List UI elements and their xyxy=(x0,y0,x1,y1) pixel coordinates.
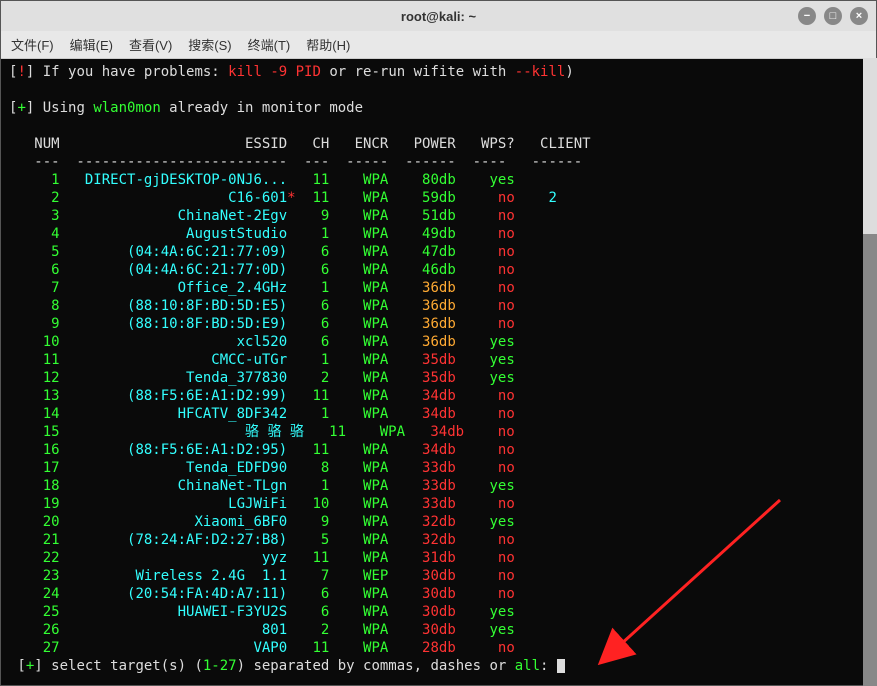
menu-terminal[interactable]: 终端(T) xyxy=(248,35,291,54)
network-row: 21 (78:24:AF:D2:27:B8) 5 WPA 32db no xyxy=(9,531,868,549)
network-row: 12 Tenda_377830 2 WPA 35db yes xyxy=(9,369,868,387)
network-row: 27 VAP0 11 WPA 28db no xyxy=(9,639,868,657)
network-row: 16 (88:F5:6E:A1:D2:95) 11 WPA 34db no xyxy=(9,441,868,459)
network-row: 1 DIRECT-gjDESKTOP-0NJ6... 11 WPA 80db y… xyxy=(9,171,868,189)
network-row: 23 Wireless 2.4G 1.1 7 WEP 30db no xyxy=(9,567,868,585)
maximize-button[interactable]: □ xyxy=(824,7,842,25)
network-row: 19 LGJWiFi 10 WPA 33db no xyxy=(9,495,868,513)
window-title: root@kali: ~ xyxy=(401,9,476,24)
network-row: 11 CMCC-uTGr 1 WPA 35db yes xyxy=(9,351,868,369)
network-row: 13 (88:F5:6E:A1:D2:99) 11 WPA 34db no xyxy=(9,387,868,405)
network-row: 5 (04:4A:6C:21:77:09) 6 WPA 47db no xyxy=(9,243,868,261)
network-row: 3 ChinaNet-2Egv 9 WPA 51db no xyxy=(9,207,868,225)
network-row: 7 Office_2.4GHz 1 WPA 36db no xyxy=(9,279,868,297)
network-row: 20 Xiaomi_6BF0 9 WPA 32db yes xyxy=(9,513,868,531)
network-row: 9 (88:10:8F:BD:5D:E9) 6 WPA 36db no xyxy=(9,315,868,333)
network-row: 6 (04:4A:6C:21:77:0D) 6 WPA 46db no xyxy=(9,261,868,279)
menu-search[interactable]: 搜索(S) xyxy=(188,35,231,54)
menu-view[interactable]: 查看(V) xyxy=(129,35,172,54)
window-controls: − □ × xyxy=(798,7,868,25)
network-row: 25 HUAWEI-F3YU2S 6 WPA 30db yes xyxy=(9,603,868,621)
terminal-window: root@kali: ~ − □ × 文件(F) 编辑(E) 查看(V) 搜索(… xyxy=(0,0,877,686)
network-row: 22 yyz 11 WPA 31db no xyxy=(9,549,868,567)
network-row: 26 801 2 WPA 30db yes xyxy=(9,621,868,639)
titlebar[interactable]: root@kali: ~ − □ × xyxy=(1,1,876,31)
close-button[interactable]: × xyxy=(850,7,868,25)
menu-file[interactable]: 文件(F) xyxy=(11,35,54,54)
network-row: 2 C16-601* 11 WPA 59db no 2 xyxy=(9,189,868,207)
network-row: 17 Tenda_EDFD90 8 WPA 33db no xyxy=(9,459,868,477)
menu-edit[interactable]: 编辑(E) xyxy=(70,35,113,54)
network-row: 4 AugustStudio 1 WPA 49db no xyxy=(9,225,868,243)
menubar: 文件(F) 编辑(E) 查看(V) 搜索(S) 终端(T) 帮助(H) xyxy=(1,31,876,59)
network-row: 14 HFCATV_8DF342 1 WPA 34db no xyxy=(9,405,868,423)
terminal-output[interactable]: [!] If you have problems: kill -9 PID or… xyxy=(1,59,876,685)
network-row: 18 ChinaNet-TLgn 1 WPA 33db yes xyxy=(9,477,868,495)
network-row: 15 骆 骆 骆 11 WPA 34db no xyxy=(9,423,868,441)
network-row: 24 (20:54:FA:4D:A7:11) 6 WPA 30db no xyxy=(9,585,868,603)
scrollbar[interactable] xyxy=(863,58,877,686)
network-row: 8 (88:10:8F:BD:5D:E5) 6 WPA 36db no xyxy=(9,297,868,315)
minimize-button[interactable]: − xyxy=(798,7,816,25)
cursor xyxy=(557,659,565,673)
network-row: 10 xcl520 6 WPA 36db yes xyxy=(9,333,868,351)
scrollbar-thumb[interactable] xyxy=(863,234,877,686)
menu-help[interactable]: 帮助(H) xyxy=(306,35,350,54)
